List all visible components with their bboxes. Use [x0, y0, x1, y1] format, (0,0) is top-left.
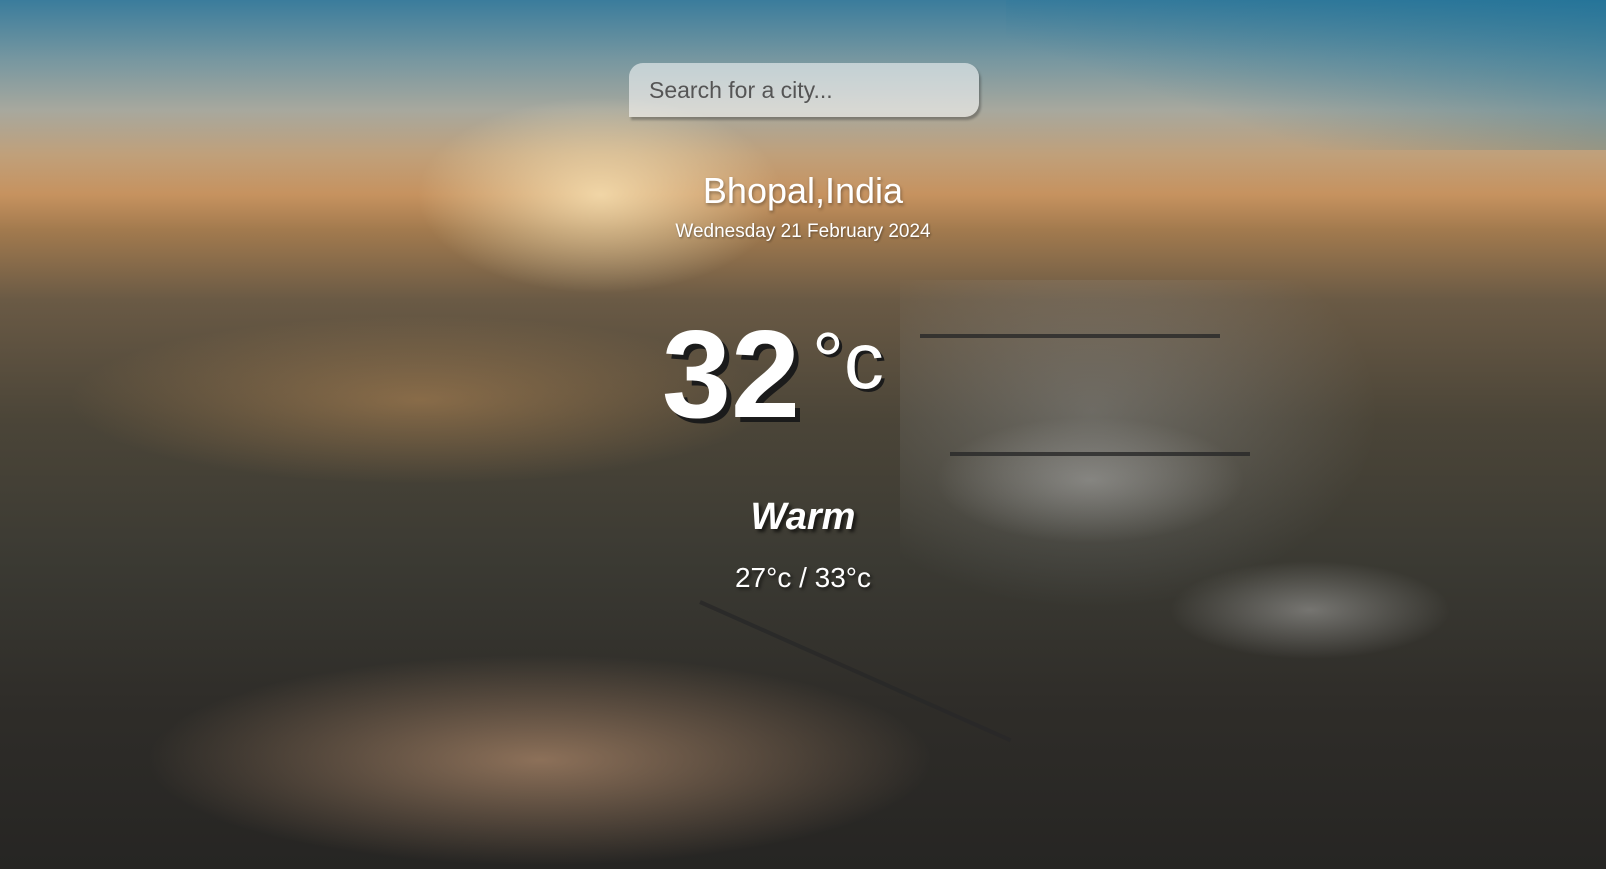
- temperature-value: 32: [662, 306, 800, 444]
- search-bar[interactable]: [629, 63, 979, 117]
- search-input[interactable]: [629, 63, 979, 117]
- current-date: Wednesday 21 February 2024: [675, 221, 931, 242]
- sky-tint: [1006, 0, 1606, 150]
- temperature-range: 27°c / 33°c: [734, 562, 872, 593]
- river-glow: [900, 280, 1380, 610]
- bridge-3: [699, 600, 1012, 743]
- temperature-display: 32 °c: [662, 313, 884, 437]
- background-photo: [0, 0, 1606, 869]
- city-name: Bhopal,India: [702, 170, 904, 211]
- weather-condition: Warm: [750, 496, 856, 538]
- temperature-unit: °c: [811, 316, 884, 405]
- bridge-2: [950, 452, 1250, 456]
- bridge-1: [920, 334, 1220, 338]
